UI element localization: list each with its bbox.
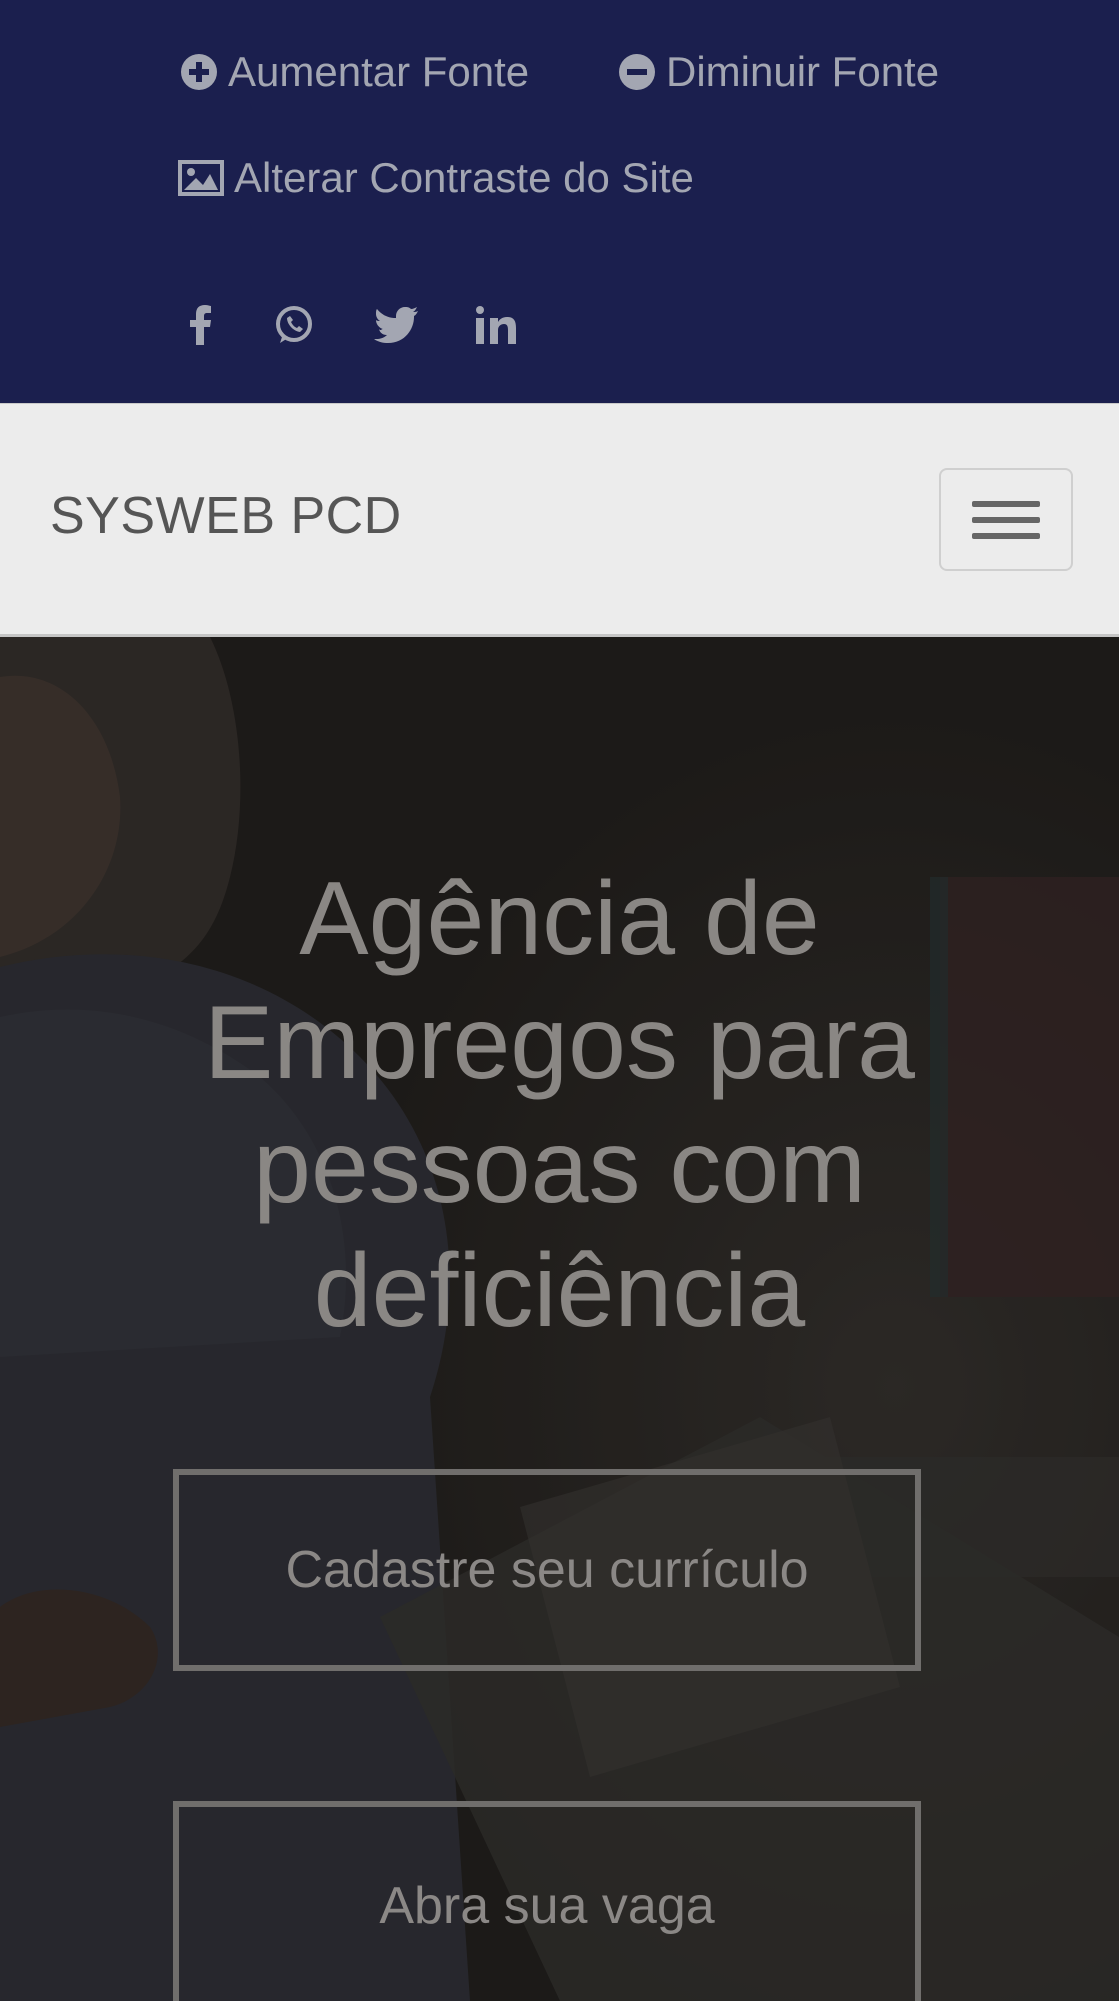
minus-circle-icon (618, 53, 656, 91)
increase-font-link[interactable]: Aumentar Fonte (180, 44, 529, 100)
navbar-toggle-button[interactable] (939, 468, 1073, 571)
decrease-font-label: Diminuir Fonte (666, 48, 940, 95)
navbar: SYSWEB PCD (0, 403, 1119, 637)
brand-logo-text[interactable]: SYSWEB PCD (50, 486, 402, 546)
whatsapp-icon[interactable] (270, 295, 318, 355)
decrease-font-link[interactable]: Diminuir Fonte (618, 44, 939, 100)
twitter-icon[interactable] (371, 295, 421, 355)
register-resume-button[interactable]: Cadastre seu currículo (173, 1469, 921, 1671)
image-icon (178, 160, 224, 196)
contrast-label: Alterar Contraste do Site (234, 154, 694, 201)
contrast-toggle-link[interactable]: Alterar Contraste do Site (178, 150, 694, 206)
post-job-button[interactable]: Abra sua vaga (173, 1801, 921, 2001)
hero-section: Agência de Empregos para pessoas com def… (0, 637, 1119, 2001)
hamburger-menu-icon (972, 500, 1040, 507)
linkedin-icon[interactable] (473, 295, 519, 355)
plus-circle-icon (180, 53, 218, 91)
facebook-icon[interactable] (185, 295, 217, 355)
hero-title: Agência de Empregos para pessoas com def… (203, 861, 916, 1349)
increase-font-label: Aumentar Fonte (228, 48, 530, 95)
accessibility-bar: Aumentar Fonte Diminuir Fonte Alterar Co… (0, 0, 1119, 403)
